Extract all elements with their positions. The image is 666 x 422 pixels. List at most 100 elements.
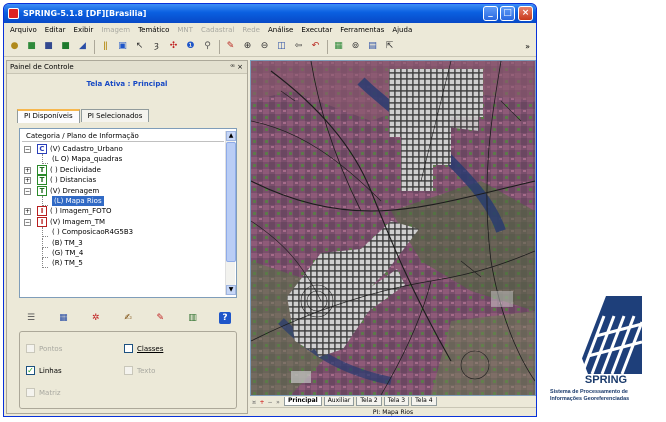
scale-icon[interactable]: ǁ bbox=[99, 40, 112, 53]
menu-exibir[interactable]: Exibir bbox=[70, 26, 98, 34]
checkbox-matriz[interactable]: Matriz bbox=[26, 388, 61, 397]
menu-imagem[interactable]: Imagem bbox=[97, 26, 134, 34]
tree-plane-row[interactable]: (L) Mapa Rios bbox=[22, 195, 224, 207]
close-button[interactable]: × bbox=[518, 6, 533, 21]
layer-icon[interactable]: ■ bbox=[42, 40, 55, 53]
legend-icon[interactable]: ▦ bbox=[332, 40, 345, 53]
pencil-icon[interactable]: ✎ bbox=[154, 312, 166, 324]
tree-label: (L) Mapa Rios bbox=[52, 195, 104, 207]
screen-icon[interactable]: ▣ bbox=[116, 40, 129, 53]
tree-category-row[interactable]: + T( ) Distancias bbox=[22, 175, 224, 186]
checkbox-empty-icon[interactable] bbox=[124, 366, 133, 375]
menu-analise[interactable]: Análise bbox=[264, 26, 297, 34]
tree-plane-row[interactable]: (B) TM_3 bbox=[22, 237, 224, 248]
menu-mnt[interactable]: MNT bbox=[173, 26, 197, 34]
checkbox-classes[interactable]: Classes bbox=[124, 344, 163, 353]
checkbox-empty-icon[interactable] bbox=[124, 344, 133, 353]
tab-pi-disponiveis[interactable]: PI Disponíveis bbox=[17, 109, 80, 123]
minimize-button[interactable]: _ bbox=[483, 6, 498, 21]
tree-label: (V) Drenagem bbox=[50, 186, 100, 195]
tree-scrollbar[interactable]: ▲ ▼ bbox=[225, 131, 236, 295]
menu-cadastral[interactable]: Cadastral bbox=[197, 26, 238, 34]
screen-tab-tela-2[interactable]: Tela 2 bbox=[356, 397, 382, 406]
menu-tematico[interactable]: Temático bbox=[134, 26, 173, 34]
menu-editar[interactable]: Editar bbox=[41, 26, 70, 34]
checkbox-pontos[interactable]: Pontos bbox=[26, 344, 62, 353]
first-screen-icon[interactable]: ¤ bbox=[250, 399, 258, 406]
toolbar-separator bbox=[219, 39, 220, 54]
expand-icon[interactable]: + bbox=[24, 177, 31, 185]
pan-icon[interactable]: ✣ bbox=[167, 40, 180, 53]
menu-rede[interactable]: Rede bbox=[238, 26, 264, 34]
remove-screen-icon[interactable]: − bbox=[266, 399, 274, 406]
scroll-up-icon[interactable]: ▲ bbox=[226, 131, 236, 141]
screen-tab-auxiliar[interactable]: Auxiliar bbox=[323, 397, 355, 406]
pin-icon[interactable]: ꟹ bbox=[230, 63, 235, 71]
tree-connector bbox=[42, 154, 48, 165]
project-icon[interactable]: ■ bbox=[25, 40, 38, 53]
previous-icon[interactable]: ⇦ bbox=[292, 40, 305, 53]
tab-pi-selecionados[interactable]: PI Selecionados bbox=[80, 109, 150, 122]
collapse-icon[interactable]: − bbox=[24, 218, 31, 226]
expand-icon[interactable]: + bbox=[24, 208, 31, 216]
checkbox-empty-icon[interactable] bbox=[26, 344, 35, 353]
tree-header: Categoria / Plano de Informação bbox=[22, 131, 224, 142]
menu-ajuda[interactable]: Ajuda bbox=[388, 26, 416, 34]
zoom-in-icon[interactable]: ⊕ bbox=[241, 40, 254, 53]
select-icon[interactable]: ▥ bbox=[187, 312, 199, 324]
tree-category-row[interactable]: + I( ) Imagem_FOTO bbox=[22, 206, 224, 217]
tree-list: − C (V) Cadastro_Urbano (L O) Mapa_quadras +… bbox=[22, 144, 224, 269]
screen-tab-tela-4[interactable]: Tela 4 bbox=[411, 397, 437, 406]
map-canvas[interactable] bbox=[250, 60, 536, 396]
tree-category-row[interactable]: − I (V) Imagem_TM bbox=[22, 216, 224, 227]
title-bar[interactable]: SPRING-5.1.8 [DF][Brasilia] _ □ × bbox=[4, 4, 536, 23]
zoom-area-icon[interactable]: ◫ bbox=[275, 40, 288, 53]
expand-icon[interactable]: + bbox=[24, 166, 31, 174]
checkbox-empty-icon[interactable] bbox=[26, 388, 35, 397]
collapse-icon[interactable]: − bbox=[24, 187, 31, 195]
zoom-out-icon[interactable]: ⊖ bbox=[258, 40, 271, 53]
screen-tab-principal[interactable]: Principal bbox=[284, 397, 322, 406]
cursor-icon[interactable]: ↖ bbox=[133, 40, 146, 53]
draw-icon[interactable]: ◢ bbox=[76, 40, 89, 53]
tree-category-row[interactable]: − T (V) Drenagem bbox=[22, 185, 224, 196]
cursor-help-icon[interactable]: ⇱ bbox=[383, 40, 396, 53]
category-icon[interactable]: ■ bbox=[59, 40, 72, 53]
query-icon[interactable]: ❶ bbox=[184, 40, 197, 53]
checkbox-linhas[interactable]: ✓ Linhas bbox=[26, 366, 62, 375]
list-icon[interactable]: ☰ bbox=[25, 312, 37, 324]
tree-plane-row[interactable]: (L O) Mapa_quadras bbox=[22, 154, 224, 165]
maximize-button[interactable]: □ bbox=[500, 6, 515, 21]
toolbar-overflow-icon[interactable]: » bbox=[525, 42, 530, 51]
color-icon[interactable]: ✲ bbox=[90, 312, 102, 324]
add-screen-icon[interactable]: + bbox=[258, 399, 266, 406]
info-icon[interactable]: ȝ bbox=[150, 40, 163, 53]
scroll-down-icon[interactable]: ▼ bbox=[226, 285, 236, 295]
tree-category-row[interactable]: − C (V) Cadastro_Urbano bbox=[22, 144, 224, 154]
pencil-icon[interactable]: ✎ bbox=[224, 40, 237, 53]
undo-icon[interactable]: ↶ bbox=[309, 40, 322, 53]
menu-arquivo[interactable]: Arquivo bbox=[6, 26, 41, 34]
panel-icon-toolbar: ☰ ▦ ✲ ✍ ✎ ▥? bbox=[19, 309, 237, 327]
edit-visual-icon[interactable]: ✍ bbox=[122, 312, 134, 324]
menu-ferramentas[interactable]: Ferramentas bbox=[336, 26, 388, 34]
tree-plane-row[interactable]: (R) TM_5 bbox=[22, 258, 224, 269]
search-icon[interactable]: ⚲ bbox=[201, 40, 214, 53]
tree-plane-row[interactable]: ( ) ComposicaoR4G5B3 bbox=[22, 227, 224, 238]
menu-executar[interactable]: Executar bbox=[297, 26, 336, 34]
table-icon[interactable]: ▦ bbox=[57, 312, 69, 324]
tree-plane-row[interactable]: (G) TM_4 bbox=[22, 247, 224, 258]
info-plane-tree[interactable]: Categoria / Plano de Informação − C (V) Ca… bbox=[19, 128, 237, 298]
tree-category-row[interactable]: + T( ) Declividade bbox=[22, 164, 224, 175]
grid-icon[interactable]: ▤ bbox=[366, 40, 379, 53]
help-icon[interactable]: ? bbox=[218, 312, 231, 324]
zoom-select-icon[interactable]: ⊚ bbox=[349, 40, 362, 53]
panel-close-icon[interactable]: × bbox=[237, 63, 243, 71]
checkbox-texto[interactable]: Texto bbox=[124, 366, 155, 375]
database-icon[interactable]: ● bbox=[8, 40, 21, 53]
next-screen-icon[interactable]: » bbox=[274, 399, 282, 406]
scroll-thumb[interactable] bbox=[226, 142, 236, 262]
screen-tab-tela-3[interactable]: Tela 3 bbox=[383, 397, 410, 406]
collapse-icon[interactable]: − bbox=[24, 146, 31, 153]
checkbox-checked-icon[interactable]: ✓ bbox=[26, 366, 35, 375]
